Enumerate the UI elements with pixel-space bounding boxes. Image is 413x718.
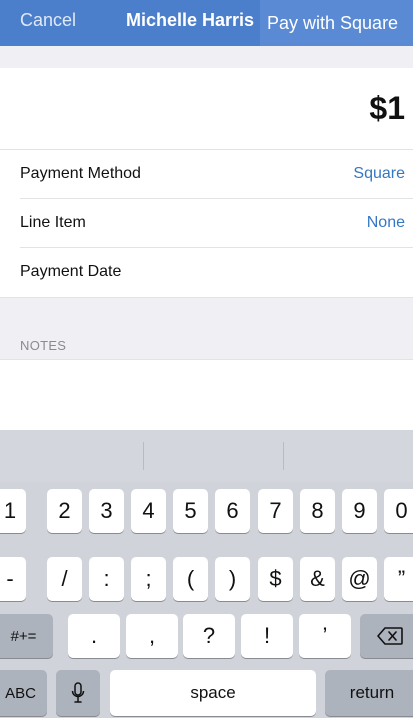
pay-with-square-button[interactable]: Pay with Square [260,0,413,46]
payment-method-value: Square [353,165,405,182]
key-semicolon[interactable]: ; [131,557,166,601]
key-3[interactable]: 3 [89,489,124,533]
notes-input[interactable] [0,359,413,430]
key-slash[interactable]: / [47,557,82,601]
key-6[interactable]: 6 [215,489,250,533]
payment-date-label: Payment Date [20,263,122,280]
key-period[interactable]: . [68,614,120,658]
amount-field[interactable]: $1 [0,68,413,150]
keyboard: 1 2 3 4 5 6 7 8 9 0 - / : ; ( ) $ & @ ” … [0,430,413,718]
key-at[interactable]: @ [342,557,377,601]
suggestion-divider [283,442,284,470]
backspace-key[interactable] [360,614,413,658]
key-hyphen[interactable]: - [0,557,26,601]
dictation-key[interactable] [56,670,100,716]
key-4[interactable]: 4 [131,489,166,533]
line-item-row[interactable]: Line Item None [0,199,413,248]
amount-value: $1 [369,90,405,126]
key-quote[interactable]: ” [384,557,413,601]
line-item-label: Line Item [20,214,86,231]
notes-section-header: NOTES [0,297,413,359]
key-apostrophe[interactable]: ’ [299,614,351,658]
suggestion-divider [143,442,144,470]
key-ampersand[interactable]: & [300,557,335,601]
more-symbols-key[interactable]: #+= [0,614,53,658]
key-9[interactable]: 9 [342,489,377,533]
key-2[interactable]: 2 [47,489,82,533]
payment-method-label: Payment Method [20,165,141,182]
return-key[interactable]: return [325,670,413,716]
navigation-bar: Cancel Michelle Harris Pay with Square [0,0,413,46]
suggestion-bar [0,430,413,482]
backspace-icon [376,627,403,645]
abc-key[interactable]: ABC [0,670,47,716]
top-spacer [0,46,413,68]
key-1[interactable]: 1 [0,489,26,533]
payment-method-row[interactable]: Payment Method Square [0,150,413,199]
cancel-button[interactable]: Cancel [20,10,76,31]
key-close-paren[interactable]: ) [215,557,250,601]
nav-title: Michelle Harris [126,10,255,30]
key-0[interactable]: 0 [384,489,413,533]
line-item-value: None [366,214,405,231]
key-8[interactable]: 8 [300,489,335,533]
key-comma[interactable]: , [126,614,178,658]
key-colon[interactable]: : [89,557,124,601]
key-question[interactable]: ? [183,614,235,658]
key-7[interactable]: 7 [258,489,293,533]
key-exclamation[interactable]: ! [241,614,293,658]
space-key[interactable]: space [110,670,316,716]
microphone-icon [71,682,85,703]
key-dollar[interactable]: $ [258,557,293,601]
notes-header: NOTES [20,338,67,353]
payment-date-row[interactable]: Payment Date [0,248,413,297]
key-5[interactable]: 5 [173,489,208,533]
key-open-paren[interactable]: ( [173,557,208,601]
